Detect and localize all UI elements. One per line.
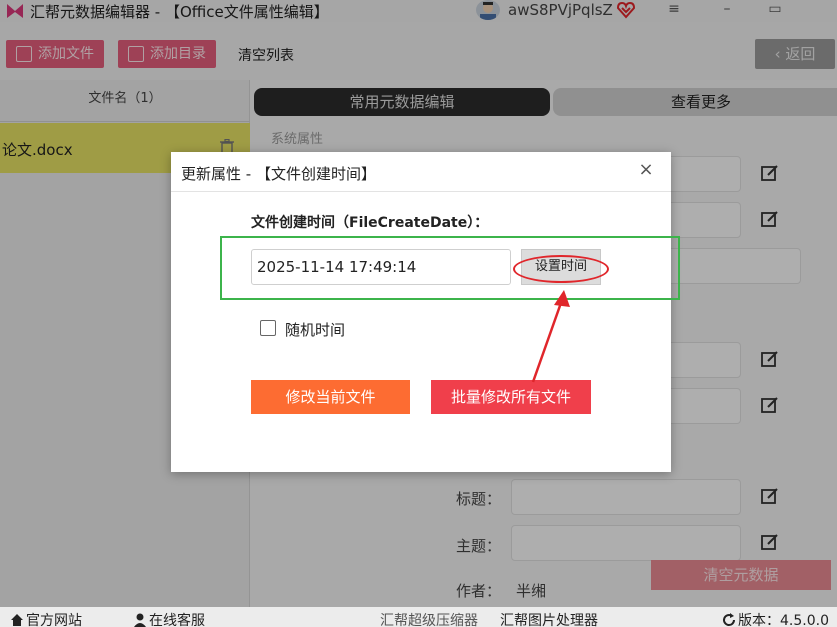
annotation-ellipse — [513, 255, 609, 283]
compressor-link[interactable]: 汇帮超级压缩器 — [380, 610, 478, 627]
website-label: 官方网站 — [26, 613, 82, 627]
status-bar: 官方网站 在线客服 汇帮超级压缩器 汇帮图片处理器 版本：4.5.0.0 — [0, 607, 837, 627]
modify-current-file-button[interactable]: 修改当前文件 — [251, 380, 410, 414]
refresh-icon — [723, 613, 736, 626]
image-tool-link[interactable]: 汇帮图片处理器 — [500, 610, 598, 627]
create-date-label: 文件创建时间（FileCreateDate）： — [251, 215, 489, 231]
batch-modify-all-button[interactable]: 批量修改所有文件 — [431, 380, 591, 414]
support-label: 在线客服 — [149, 613, 205, 627]
random-time-checkbox[interactable] — [260, 320, 276, 336]
website-link[interactable]: 官方网站 — [10, 610, 82, 627]
close-icon[interactable]: × — [637, 161, 655, 180]
version-info[interactable]: 版本：4.5.0.0 — [722, 610, 829, 627]
dialog-title: 更新属性 - 【文件创建时间】 — [181, 165, 376, 183]
version-label: 版本：4.5.0.0 — [738, 613, 829, 627]
support-icon — [134, 613, 146, 627]
update-property-dialog: 更新属性 - 【文件创建时间】 × 文件创建时间（FileCreateDate）… — [171, 152, 680, 472]
random-time-label[interactable]: 随机时间 — [285, 319, 345, 340]
home-icon — [11, 614, 23, 626]
dialog-header: 更新属性 - 【文件创建时间】 × — [171, 152, 671, 192]
create-date-input[interactable]: 2025-11-14 17:49:14 — [251, 249, 511, 285]
support-link[interactable]: 在线客服 — [133, 610, 205, 627]
